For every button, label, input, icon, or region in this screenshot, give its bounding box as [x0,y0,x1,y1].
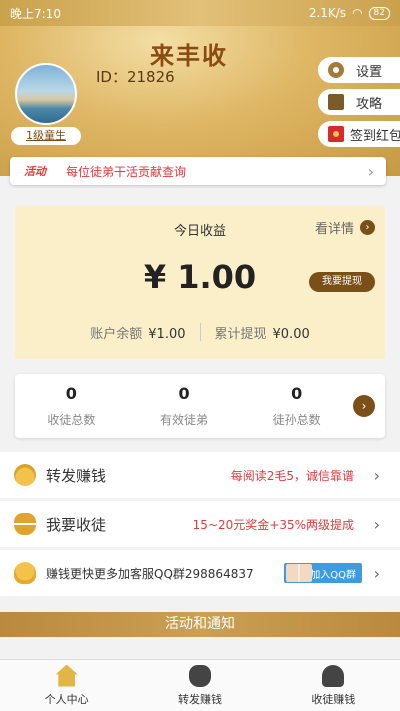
qq-group-text: 赚钱更快更多加客服QQ群298864837 [46,566,254,581]
people-icon [286,564,312,582]
stat-value: 0 [178,384,190,403]
guide-label: 攻略 [356,96,383,112]
tab-personal-center[interactable]: 个人中心 [0,660,133,711]
share-earn-desc: 每阅读2毛5，诚信靠谱 [230,468,354,483]
tab-recruit-earn[interactable]: 收徒赚钱 [267,660,400,711]
qq-group-row[interactable]: 赚钱更快更多加客服QQ群298864837 加入QQ群 › [0,550,400,596]
checkin-redpacket-button[interactable]: 签到红包 [318,121,400,147]
status-bar: 晚上7:10 2.1K/s ◠ 82 [0,0,400,26]
tab-label: 收徒赚钱 [311,692,356,706]
total-withdraw-value: ¥0.00 [272,327,310,342]
section-title: 活动和通知 [0,612,400,637]
gear-icon [328,62,344,78]
chevron-right-icon: › [373,514,380,534]
wifi-icon: ◠ [352,6,363,20]
stat-total-disciples: 0 收徒总数 [15,384,128,428]
qq-icon [14,562,36,584]
chevron-right-icon: › [360,220,375,235]
earnings-summary: 账户余额 ¥1.00 累计提现 ¥0.00 [15,323,385,342]
stat-label: 有效徒弟 [160,413,209,427]
settings-button[interactable]: 设置 [318,57,400,83]
money-bag-icon [188,664,211,687]
share-earn-row[interactable]: 转发赚钱 每阅读2毛5，诚信靠谱 › [0,452,400,498]
level-badge[interactable]: 1级童生 [11,127,81,145]
stat-label: 徒孙总数 [272,413,321,427]
add-user-icon [322,664,345,687]
stat-value: 0 [65,384,77,403]
earnings-card: 今日收益 看详情 › ¥ 1.00 我要提现 账户余额 ¥1.00 累计提现 ¥0.… [15,206,385,359]
chevron-right-icon: › [373,563,380,583]
balance-label: 账户余额 [90,327,143,342]
status-time: 晚上7:10 [10,6,61,21]
bottom-tab-bar: 个人中心 转发赚钱 收徒赚钱 [0,659,400,711]
tab-label: 个人中心 [44,692,89,706]
guide-button[interactable]: 攻略 [318,89,400,115]
chevron-right-icon[interactable]: › [353,395,376,417]
book-icon [328,94,344,110]
activity-banner[interactable]: 活动 每位徒弟干活贡献查询 › [10,157,386,185]
total-withdraw-label: 累计提现 [214,327,267,342]
tab-share-earn[interactable]: 转发赚钱 [133,660,266,711]
balance-value: ¥1.00 [148,327,186,342]
stat-valid-disciples: 0 有效徒弟 [128,384,241,428]
network-speed: 2.1K/s [308,6,347,20]
add-user-icon [14,513,36,535]
stat-grand-disciples: 0 徒孙总数 [240,384,353,428]
recruit-desc: 15~20元奖金+35%两级提成 [192,517,354,532]
settings-label: 设置 [356,64,383,80]
stat-value: 0 [291,384,303,403]
avatar[interactable] [15,63,77,125]
checkin-label: 签到红包 [350,128,400,144]
tab-label: 转发赚钱 [177,692,222,706]
join-qq-button[interactable]: 加入QQ群 [284,563,362,583]
chevron-right-icon: › [367,161,374,181]
money-bag-icon [14,464,36,486]
red-packet-icon [328,126,344,142]
recruit-label: 我要收徒 [46,515,107,534]
battery-icon: 82 [368,6,390,20]
total-withdraw: 累计提现 ¥0.00 [215,323,310,342]
disciple-stats[interactable]: 0 收徒总数 0 有效徒弟 0 徒孙总数 › [15,374,385,438]
divider [199,323,201,341]
activity-text: 每位徒弟干活贡献查询 [66,164,187,179]
balance: 账户余额 ¥1.00 [90,323,185,342]
recruit-row[interactable]: 我要收徒 15~20元奖金+35%两级提成 › [0,501,400,547]
view-details-label: 看详情 [314,222,354,237]
home-icon [55,664,78,687]
share-earn-label: 转发赚钱 [46,466,107,485]
chevron-right-icon: › [373,465,380,485]
stat-label: 收徒总数 [47,413,96,427]
profile-header: 来丰收 ID：21826 1级童生 设置 攻略 签到红包 [0,26,400,176]
view-details-link[interactable]: 看详情 › [315,218,375,237]
join-qq-label: 加入QQ群 [310,569,356,581]
activity-tag: 活动 [24,165,46,178]
withdraw-button[interactable]: 我要提现 [309,272,375,292]
user-id: ID：21826 [96,68,175,86]
